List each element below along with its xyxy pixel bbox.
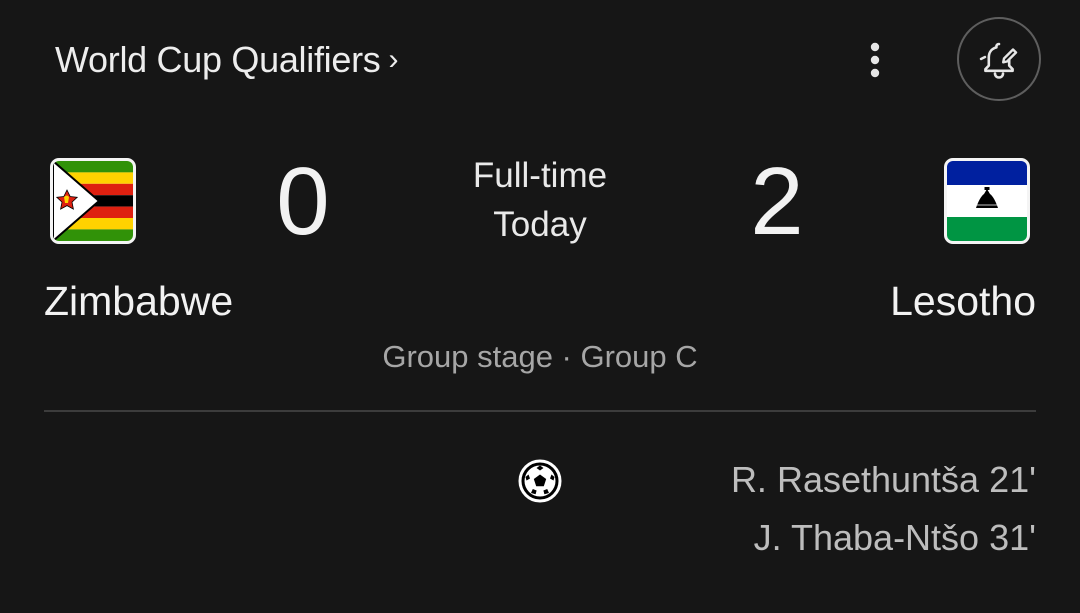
notification-bell-button[interactable] [957,17,1041,101]
competition-link[interactable]: World Cup Qualifiers › [55,36,398,84]
more-options-button[interactable] [855,40,895,80]
chevron-right-icon: › [388,43,399,76]
match-status: Full-time [472,156,608,195]
notification-bell-edit-icon [979,42,1018,79]
away-goal-scorer: J. Thaba-Ntšo 31' [753,517,1036,558]
competition-title: World Cup Qualifiers [55,39,381,80]
home-score: 0 [276,148,330,255]
away-score: 2 [750,148,804,255]
lesotho-flag [944,158,1030,244]
match-date: Today [493,205,587,244]
match-stage: Group stage · Group C [382,339,698,374]
divider [44,410,1036,412]
zimbabwe-flag [50,158,136,244]
away-team-name: Lesotho [890,278,1036,324]
home-team-name: Zimbabwe [44,278,234,324]
soccer-ball-icon [518,459,562,503]
more-vert-icon [870,42,880,78]
away-goal-scorer: R. Rasethuntša 21' [730,459,1036,500]
